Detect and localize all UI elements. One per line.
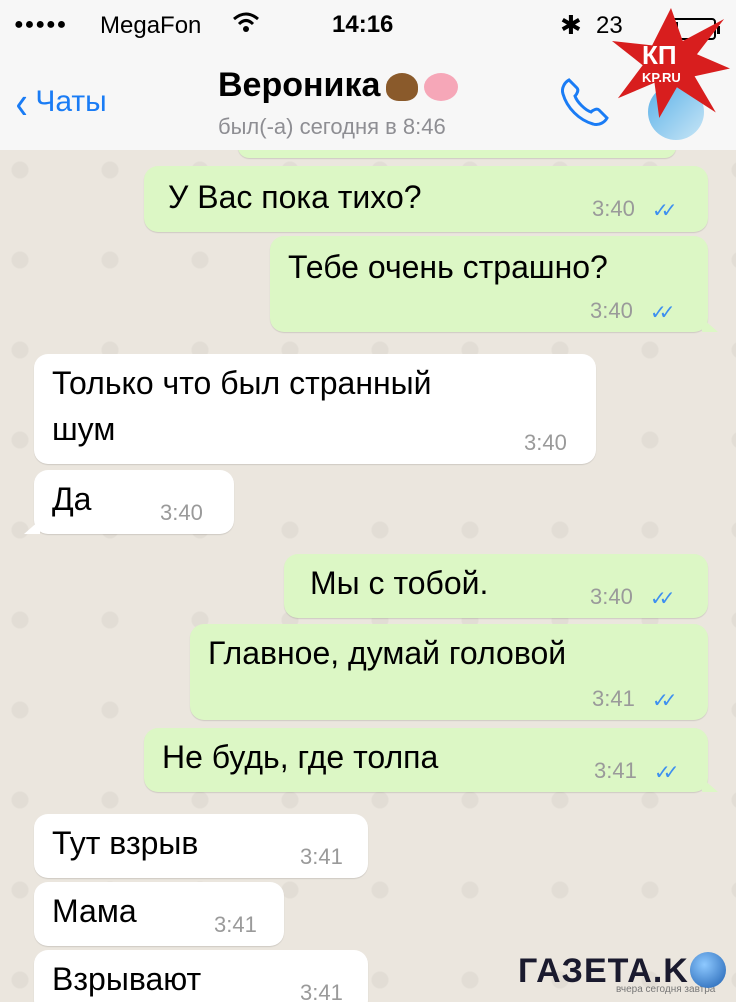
message-time: 3:40 <box>590 584 633 609</box>
wifi-icon <box>232 10 260 41</box>
contact-name[interactable]: Вероника <box>218 66 459 105</box>
kp-logo-subtext: KP.RU <box>642 70 681 85</box>
message-time: 3:41 <box>300 980 343 1002</box>
call-button[interactable] <box>555 72 613 130</box>
message-bubble-incoming[interactable]: Только что был странный шум 3:40 <box>34 354 596 464</box>
poop-emoji-icon <box>386 73 419 102</box>
message-time: 3:41 <box>592 686 635 711</box>
chat-area[interactable]: У Вас пока тихо? 3:40 ✓✓ Тебе очень стра… <box>0 150 736 1002</box>
pig-nose-emoji-icon <box>424 73 459 102</box>
message-bubble-outgoing[interactable]: Мы с тобой. 3:40 ✓✓ <box>284 554 708 618</box>
message-text: Тебе очень страшно? <box>288 249 608 285</box>
message-time: 3:40 <box>592 196 635 221</box>
read-checks-icon: ✓✓ <box>652 200 677 222</box>
read-checks-icon: ✓✓ <box>652 690 677 712</box>
message-text: Не будь, где толпа <box>162 739 439 775</box>
message-text: Мы с тобой. <box>310 565 489 601</box>
message-text: Взрывают <box>52 961 202 997</box>
message-text: Мама <box>52 893 137 929</box>
chevron-left-icon: ‹ <box>15 76 28 128</box>
message-time: 3:40 <box>524 430 567 455</box>
message-time: 3:41 <box>214 912 257 937</box>
clock: 14:16 <box>332 11 394 38</box>
back-button-label: Чаты <box>35 85 107 118</box>
message-bubble-outgoing[interactable]: У Вас пока тихо? 3:40 ✓✓ <box>144 166 708 232</box>
message-bubble-outgoing[interactable]: Не будь, где толпа 3:41 ✓✓ <box>144 728 718 792</box>
contact-name-text: Вероника <box>218 66 381 104</box>
back-button[interactable]: ‹ Чаты <box>14 76 107 128</box>
bluetooth-icon: ✱ <box>560 10 582 40</box>
signal-icon: ●●●●● <box>14 16 68 33</box>
last-seen: был(-а) сегодня в 8:46 <box>218 114 446 139</box>
kp-logo-text: КП <box>642 40 677 70</box>
read-checks-icon: ✓✓ <box>650 302 675 324</box>
message-text: Да <box>52 481 92 517</box>
message-time: 3:41 <box>594 758 637 783</box>
message-bubble-incoming[interactable]: Мама 3:41 <box>34 882 284 946</box>
read-checks-icon: ✓✓ <box>650 588 675 610</box>
carrier-name: MegaFon <box>100 12 202 39</box>
message-text: Тут взрыв <box>52 825 199 861</box>
message-time: 3:40 <box>160 500 203 525</box>
read-checks-icon: ✓✓ <box>654 762 679 784</box>
message-text: Только что был странный <box>52 365 432 401</box>
message-bubble-partial <box>238 150 676 158</box>
message-text-line2: шум <box>52 411 116 447</box>
message-time: 3:41 <box>300 844 343 869</box>
phone-icon <box>561 78 609 126</box>
message-text: Главное, думай головой <box>208 635 567 671</box>
message-bubble-incoming[interactable]: Тут взрыв 3:41 <box>34 814 368 878</box>
message-bubble-outgoing[interactable]: Тебе очень страшно? 3:40 ✓✓ <box>270 236 718 332</box>
message-bubble-incoming[interactable]: Взрывают 3:41 <box>24 950 368 1002</box>
globe-icon <box>690 952 726 988</box>
message-bubble-incoming[interactable]: Да 3:40 <box>24 470 234 534</box>
message-time: 3:40 <box>590 298 633 323</box>
message-text: У Вас пока тихо? <box>168 179 422 215</box>
kp-logo: КП KP.RU <box>612 8 730 118</box>
message-bubble-outgoing[interactable]: Главное, думай головой 3:41 ✓✓ <box>190 624 708 720</box>
